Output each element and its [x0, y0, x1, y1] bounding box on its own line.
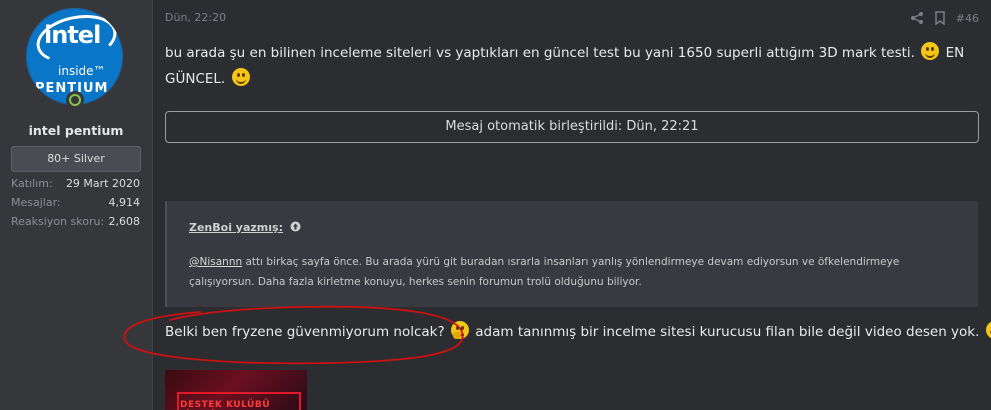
quote-block: ZenBoi yazmış: @Nisannn attı birkaç sayf… — [165, 201, 978, 307]
quote-text: attı birkaç sayfa önce. Bu arada yürü gi… — [189, 256, 900, 288]
avatar-logo-text: intel — [44, 21, 101, 49]
stat-label: Reaksiyon skoru: — [11, 215, 105, 228]
merge-notice: Mesaj otomatik birleştirildi: Dün, 22:21 — [165, 111, 979, 143]
stat-label: Katılım: — [11, 177, 53, 190]
online-status-icon — [66, 91, 84, 109]
post-date[interactable]: Dün, 22:20 — [165, 11, 226, 24]
quote-header[interactable]: ZenBoi yazmış: — [189, 221, 301, 234]
stat-messages: Mesajlar: 4,914 — [11, 196, 140, 212]
quote-author-link[interactable]: ZenBoi yazmış: — [189, 221, 283, 234]
user-rank-badge: 80+ Silver — [11, 146, 141, 172]
reply-text-highlighted: Belki ben fryzene güvenmiyorum nolcak? — [165, 324, 445, 340]
post-main: Dün, 22:20 #46 bu arada şu en bilinen in… — [152, 0, 991, 410]
thinking-emoji-icon — [450, 321, 469, 339]
share-icon[interactable] — [910, 11, 924, 25]
post-message: bu arada şu en bilinen inceleme siteleri… — [165, 40, 985, 92]
post-actions: #46 — [910, 9, 979, 27]
smile-emoji-icon — [921, 42, 940, 60]
post-text: bu arada şu en bilinen inceleme siteleri… — [165, 45, 915, 61]
user-mention-link[interactable]: @Nisannn — [189, 256, 242, 268]
quote-body: @Nisannn attı birkaç sayfa önce. Bu arad… — [189, 252, 959, 292]
arrow-up-circle-icon[interactable] — [290, 221, 301, 232]
attachment-thumbnail[interactable]: DESTEK KULÜBÜ LİVESİ — [165, 370, 307, 410]
post-number[interactable]: #46 — [956, 12, 979, 25]
stat-reaction-score: Reaksiyon skoru: 2,608 — [11, 215, 140, 231]
grin-emoji-icon — [985, 321, 991, 339]
reply-text: adam tanınmış bir incelme sitesi kurucus… — [475, 324, 980, 340]
author-sidebar: intel inside™ PENTIUM intel pentium 80+ … — [0, 0, 153, 410]
stat-value: 2,608 — [108, 215, 141, 228]
author-username[interactable]: intel pentium — [0, 123, 152, 138]
quote-bar — [165, 201, 167, 307]
bookmark-icon[interactable] — [934, 11, 946, 25]
stat-label: Mesajlar: — [11, 196, 61, 209]
reply-message: Belki ben fryzene güvenmiyorum nolcak? a… — [165, 319, 991, 345]
avatar-logo-subtext: inside™ — [58, 64, 106, 78]
stat-value: 29 Mart 2020 — [65, 177, 140, 190]
stat-value: 4,914 — [108, 196, 141, 209]
smile-emoji-icon — [231, 68, 250, 86]
attachment-caption: DESTEK KULÜBÜ LİVESİ — [180, 400, 271, 410]
stat-joined: Katılım: 29 Mart 2020 — [11, 177, 140, 193]
